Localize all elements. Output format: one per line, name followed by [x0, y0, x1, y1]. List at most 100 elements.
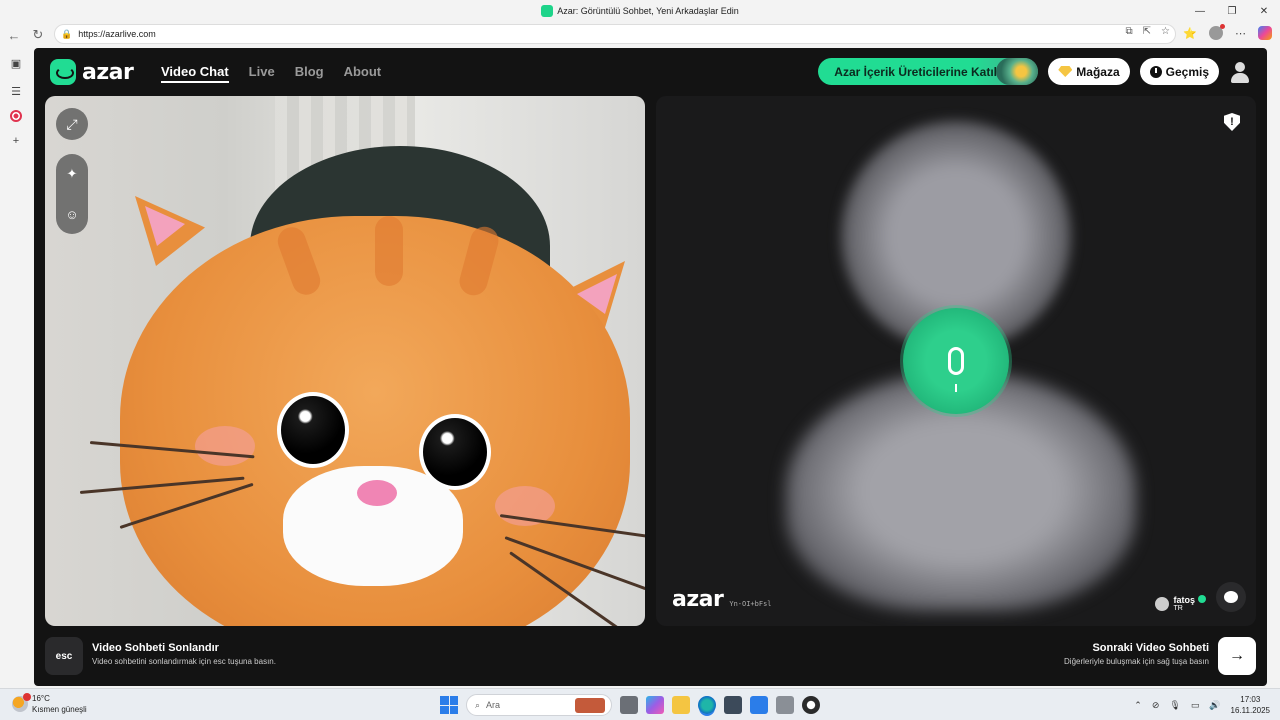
system-tray: ⌃ ⊘ 🎙 ▭ 🔊 17:03 16.11.2025	[1134, 694, 1270, 716]
end-chat-title: Video Sohbeti Sonlandır	[92, 642, 219, 654]
taskbar-clock[interactable]: 17:03 16.11.2025	[1231, 694, 1270, 716]
mail-app-icon[interactable]	[750, 696, 768, 714]
clock-time: 17:03	[1240, 695, 1261, 704]
recording-tab-icon[interactable]	[10, 110, 22, 122]
microphone-icon	[948, 347, 964, 392]
join-creators-button[interactable]: Azar İçerik Üreticilerine Katıl	[818, 58, 1039, 85]
report-shield-icon[interactable]: !	[1224, 113, 1240, 131]
search-highlight-image	[575, 698, 605, 713]
taskbar-search[interactable]: ⌕ Ara	[466, 694, 612, 716]
session-code: Yn-OI+bFsl	[729, 600, 772, 608]
chat-bubble-button[interactable]	[1216, 582, 1246, 612]
history-button[interactable]: Geçmiş	[1139, 58, 1219, 85]
favorite-star-icon[interactable]: ☆	[1161, 26, 1170, 37]
window-titlebar: Azar: Görüntülü Sohbet, Yeni Arkadaşlar …	[0, 0, 1280, 22]
camera-app-icon[interactable]	[776, 696, 794, 714]
next-chat-subtitle: Diğerleriyle buluşmak için sağ tuşa bası…	[1064, 657, 1209, 666]
site-info-icon[interactable]: 🔒	[61, 29, 72, 40]
recorder-app-icon[interactable]	[802, 696, 820, 714]
partly-sunny-icon	[12, 693, 31, 712]
vertical-tab-icon[interactable]: ☰	[6, 82, 26, 100]
address-bar[interactable]: 🔒 https://azarlive.com	[54, 24, 1176, 44]
url-text[interactable]: https://azarlive.com	[78, 29, 156, 39]
nav-video-chat[interactable]: Video Chat	[161, 64, 229, 83]
address-bar-actions: ⧉ ⇱ ☆	[1126, 26, 1171, 37]
temperature: 16°C	[32, 694, 50, 703]
browser-sidebar: ▣ ☰ +	[0, 48, 32, 688]
next-chat-info: Sonraki Video Sohbeti Diğerleriyle buluş…	[1064, 642, 1209, 666]
store-app-icon[interactable]	[724, 696, 742, 714]
browser-toolbar: ← ↻ 🔒 https://azarlive.com ⧉ ⇱ ☆ ⭐ ⋯	[0, 22, 1280, 48]
new-tab-icon[interactable]: +	[6, 132, 26, 150]
copilot-icon[interactable]	[1258, 26, 1272, 40]
effects-sparkle-icon[interactable]: ✦	[67, 166, 78, 182]
nav-live[interactable]: Live	[249, 64, 275, 83]
weather-text: 16°C Kısmen güneşli	[32, 693, 87, 715]
effects-toolbar: ✦ ☺	[56, 154, 88, 234]
end-chat-info: Video Sohbeti Sonlandır Video sohbetini …	[92, 642, 276, 666]
minimize-button[interactable]: —	[1184, 0, 1216, 22]
peer-country: TR	[1173, 605, 1183, 612]
cat-eye-left	[277, 392, 349, 468]
end-chat-subtitle: Video sohbetini sonlandırmak için esc tu…	[92, 657, 276, 666]
edge-browser-icon[interactable]	[698, 696, 716, 714]
browser-profile-avatar[interactable]	[1209, 24, 1225, 40]
network-off-icon[interactable]: ⊘	[1152, 700, 1160, 711]
copilot-app-icon[interactable]	[646, 696, 664, 714]
nav-about[interactable]: About	[344, 64, 382, 83]
restore-button[interactable]: ❐	[1216, 0, 1248, 22]
store-label: Mağaza	[1076, 64, 1120, 79]
azar-logo-text: azar	[82, 59, 134, 85]
header-actions: Azar İçerik Üreticilerine Katıl Mağaza G…	[818, 58, 1251, 85]
next-chat-button[interactable]: →	[1218, 637, 1256, 675]
join-creators-label: Azar İçerik Üreticilerine Katıl	[834, 64, 998, 79]
tab-actions-icon[interactable]: ▣	[6, 54, 26, 72]
taskbar-apps: ⌕ Ara	[440, 694, 820, 716]
main-nav: Video Chat Live Blog About	[161, 64, 381, 83]
peer-name-row: fatoş	[1173, 595, 1206, 605]
task-view-icon[interactable]	[620, 696, 638, 714]
volume-icon[interactable]: 🔊	[1209, 700, 1220, 711]
microphone-tray-icon[interactable]: 🎙	[1169, 700, 1180, 711]
peer-avatar	[1155, 596, 1170, 611]
close-window-button[interactable]: ✕	[1248, 0, 1280, 22]
minimize-video-button[interactable]: ⤢	[56, 108, 88, 140]
clock-date: 16.11.2025	[1230, 706, 1270, 715]
browser-right-actions: ⭐ ⋯	[1183, 24, 1272, 40]
nav-blog[interactable]: Blog	[295, 64, 324, 83]
peer-info[interactable]: fatoş TR	[1155, 595, 1206, 612]
self-video: ⤢ ✦ ☺	[45, 96, 645, 626]
window-title: Azar: Görüntülü Sohbet, Yeni Arkadaşlar …	[557, 6, 739, 16]
cat-stripe	[375, 216, 403, 286]
weather-widget[interactable]: 16°C Kısmen güneşli	[12, 693, 87, 715]
split-screen-icon[interactable]: ⧉	[1126, 26, 1133, 37]
azar-logo[interactable]: azar	[50, 59, 134, 85]
user-profile-icon[interactable]	[1229, 61, 1251, 83]
watermark-logo: azar	[672, 587, 724, 612]
favorites-icon[interactable]: ⭐	[1183, 27, 1197, 40]
display-icon[interactable]: ▭	[1191, 700, 1200, 711]
history-label: Geçmiş	[1165, 64, 1209, 79]
more-menu-icon[interactable]: ⋯	[1235, 27, 1246, 40]
window-controls: — ❐ ✕	[1184, 0, 1280, 22]
azar-logo-icon	[50, 59, 76, 85]
windows-logo-icon	[440, 705, 449, 714]
show-hidden-icons[interactable]: ⌃	[1134, 700, 1142, 711]
start-button[interactable]	[440, 696, 458, 714]
windows-logo-icon	[449, 705, 458, 714]
weather-condition: Kısmen güneşli	[32, 705, 87, 714]
store-button[interactable]: Mağaza	[1048, 58, 1130, 85]
search-placeholder: Ara	[486, 700, 501, 710]
peer-name: fatoş	[1173, 595, 1195, 605]
azar-page: azar Video Chat Live Blog About Azar İçe…	[34, 48, 1267, 686]
esc-button[interactable]: esc	[45, 637, 83, 675]
mic-button[interactable]	[903, 308, 1009, 414]
gem-icon	[1058, 66, 1073, 77]
face-mask-icon[interactable]: ☺	[65, 207, 78, 222]
cat-blush-left	[195, 426, 255, 466]
bottom-controls: esc Video Sohbeti Sonlandır Video sohbet…	[34, 636, 1267, 680]
open-app-icon[interactable]: ⇱	[1143, 26, 1151, 37]
reload-icon[interactable]: ↻	[28, 25, 48, 45]
back-icon[interactable]: ←	[4, 25, 24, 45]
file-explorer-icon[interactable]	[672, 696, 690, 714]
